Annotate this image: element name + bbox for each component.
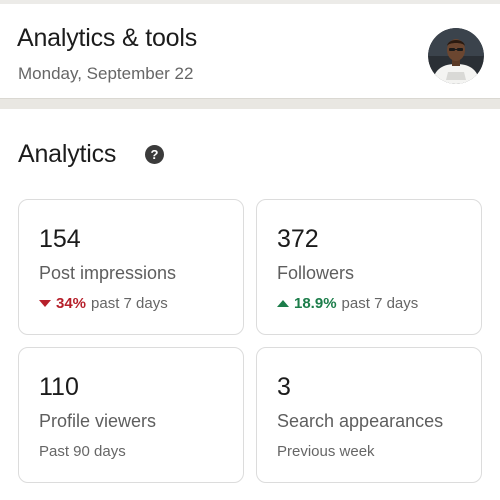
card-subtext: Previous week — [277, 443, 375, 460]
trend-period: past 7 days — [91, 295, 168, 312]
card-label: Profile viewers — [39, 411, 157, 431]
card-label: Post impressions — [39, 263, 177, 283]
card-label: Followers — [277, 263, 355, 283]
trend-percent: 34% — [56, 295, 87, 312]
avatar[interactable] — [428, 28, 484, 84]
page-title: Analytics & tools — [17, 24, 198, 52]
caret-up-icon — [277, 300, 289, 307]
page-header: Analytics & tools Monday, September 22 — [0, 4, 500, 98]
card-subtext: Past 90 days — [39, 443, 126, 460]
avatar-image — [428, 28, 484, 84]
followers-card[interactable]: 372 Followers 18.9% past 7 days — [256, 199, 482, 335]
post-impressions-card[interactable]: 154 Post impressions 34% past 7 days — [18, 199, 244, 335]
profile-viewers-card[interactable]: 110 Profile viewers Past 90 days — [18, 347, 244, 483]
caret-down-icon — [39, 300, 51, 307]
card-value: 372 — [277, 225, 319, 253]
help-circle-icon[interactable]: ? — [145, 145, 164, 164]
trend-percent: 18.9% — [294, 295, 337, 312]
trend-period: past 7 days — [341, 295, 419, 312]
card-value: 3 — [277, 373, 291, 401]
section-divider — [0, 98, 500, 109]
card-value: 110 — [39, 373, 79, 401]
card-trend: 34% past 7 days — [39, 295, 168, 312]
search-appearances-card[interactable]: 3 Search appearances Previous week — [256, 347, 482, 483]
card-label: Search appearances — [277, 411, 444, 431]
card-trend: 18.9% past 7 days — [277, 295, 418, 312]
analytics-heading: Analytics — [18, 140, 117, 168]
card-value: 154 — [39, 225, 81, 253]
page-date: Monday, September 22 — [18, 64, 194, 83]
